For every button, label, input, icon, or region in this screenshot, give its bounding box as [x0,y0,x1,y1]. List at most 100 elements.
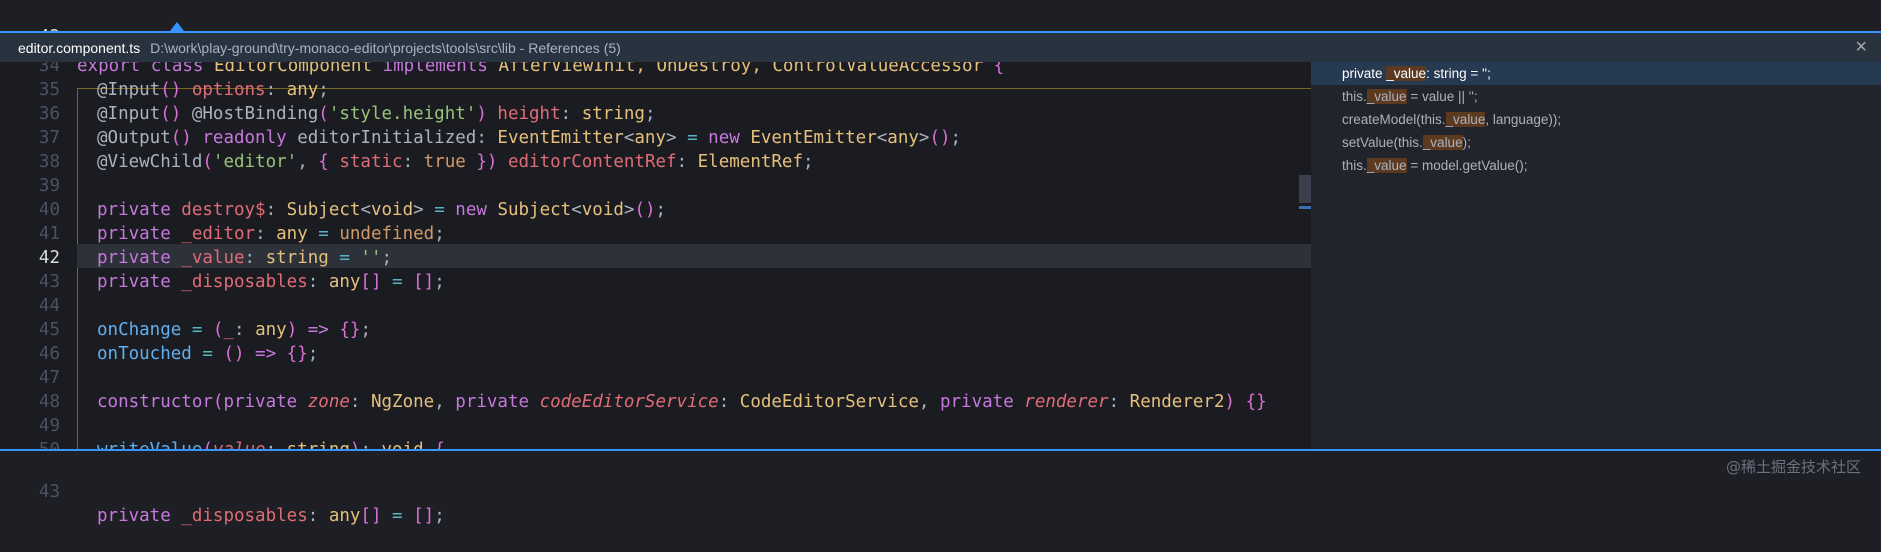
code-token: < [876,128,888,148]
code-token: () [634,200,656,220]
reference-item[interactable]: createModel(this._value, language)); [1311,108,1881,131]
reference-item[interactable]: private _value: string = ''; [1311,62,1881,85]
code-token: '' [360,248,382,268]
code-line[interactable]: 48 constructor(private zone: NgZone, priv… [0,390,1311,414]
line-number: 35 [38,80,60,100]
code-token: EventEmitter [497,128,624,148]
code-token: private [97,224,182,244]
code-token: { [993,62,1005,76]
code-token: () [223,344,245,364]
reference-match: _value [1445,112,1486,127]
code-token: ( [212,392,224,412]
code-line[interactable]: 44 [0,294,1311,318]
code-text: writeValue(value: string): void { [97,438,445,449]
code-token: , [297,152,319,172]
reference-text: private [1342,66,1387,81]
line-number: 45 [38,320,60,340]
line-number: 43 [38,272,60,292]
code-token: new [708,128,751,148]
code-text: export class EditorComponent implements … [77,62,1004,78]
code-token: private [97,506,182,526]
code-text: @Input() @HostBinding('style.height') he… [97,102,655,126]
code-token: string [581,104,645,124]
code-token: _disposables [181,506,308,526]
code-token: ) [486,152,498,172]
code-token: ( [318,104,329,124]
code-line[interactable]: 34 export class EditorComponent implement… [0,62,1311,78]
code-token: [] [413,506,435,526]
code-line[interactable]: 38 @ViewChild('editor', { static: true })… [0,150,1311,174]
code-token: : [676,152,698,172]
peek-file-name[interactable]: editor.component.ts [18,40,140,56]
editor-top-line: 42 private _value: string = ''; [0,0,1881,71]
code-token: ( [212,320,224,340]
code-line[interactable]: 50 writeValue(value: string): void { [0,438,1311,449]
code-line[interactable]: 40 private destroy$: Subject<void> = new … [0,198,1311,222]
code-token: ; [360,320,372,340]
code-line[interactable]: 35 @Input() options: any; [0,78,1311,102]
code-token: < [571,200,582,220]
reference-item[interactable]: setValue(this._value); [1311,131,1881,154]
line-number: 36 [38,104,60,124]
code-token: () [160,80,182,100]
code-token: private [97,272,182,292]
code-token: ; [307,344,319,364]
code-token: ; [381,248,393,268]
code-token: string [265,248,329,268]
code-token: : [360,440,381,449]
code-token: ; [434,272,445,292]
code-token: : [402,152,424,172]
code-token: @Input [97,104,161,124]
code-line[interactable]: 45 onChange = (_: any) => {}; [0,318,1311,342]
line-number: 47 [38,368,60,388]
code-line[interactable]: 42 private _value: string = ''; [0,246,1311,270]
code-line[interactable]: 39 [0,174,1311,198]
reference-text: createModel(this. [1342,112,1446,127]
code-token: true [423,152,466,172]
code-line[interactable]: 41 private _editor: any = undefined; [0,222,1311,246]
line-number: 40 [38,200,60,220]
code-token: : [234,320,256,340]
code-token: @Output [97,128,171,148]
code-token: : [255,224,277,244]
code-token: renderer [1024,392,1109,412]
code-line[interactable]: 43 private _disposables: any[] = []; [0,270,1311,294]
code-token: Subject [497,200,572,220]
code-token: EventEmitter [750,128,877,148]
reference-item[interactable]: this._value = value || ''; [1311,85,1881,108]
reference-item[interactable]: this._value = model.getValue(); [1311,154,1881,177]
code-text: constructor(private zone: NgZone, privat… [97,390,1267,414]
code-line[interactable]: 43 private _disposables: any[] = []; [0,456,1311,526]
code-token: = [328,248,361,268]
code-line[interactable]: 42 private _value: string = ''; [0,1,1311,71]
code-line[interactable]: 47 [0,366,1311,390]
code-token: any [634,128,666,148]
code-line[interactable]: 49 [0,414,1311,438]
references-list[interactable]: private _value: string = ''; this._value … [1311,62,1881,449]
code-token: private [939,392,1025,412]
code-token: NgZone [370,392,435,412]
code-line[interactable]: 37 @Output() readonly editorInitialized: … [0,126,1311,150]
code-token: = [307,224,340,244]
code-token: Subject [286,200,361,220]
code-token: _ [223,320,234,340]
close-icon[interactable]: × [1855,36,1867,59]
code-token: export class [77,62,214,76]
code-token: codeEditorService [539,392,719,412]
line-number: 39 [38,176,60,196]
code-line[interactable]: 46 onTouched = () => {}; [0,342,1311,366]
code-token: _editor [181,224,256,244]
reference-text: , language)); [1485,112,1562,127]
code-token: } [465,152,487,172]
code-token: ) [476,104,487,124]
code-token: : [349,392,371,412]
code-line[interactable]: 36 @Input() @HostBinding('style.height') … [0,102,1311,126]
reference-match: _value [1422,135,1463,150]
code-token: destroy$ [181,200,266,220]
code-token: height [486,104,561,124]
peek-file-path: D:\work\play-ground\try-monaco-editor\pr… [150,40,621,56]
code-token: new [455,200,498,220]
code-token: _value [181,248,245,268]
code-token: ; [434,506,445,526]
editor-bottom-line: 43 private _disposables: any[] = []; [0,449,1881,526]
